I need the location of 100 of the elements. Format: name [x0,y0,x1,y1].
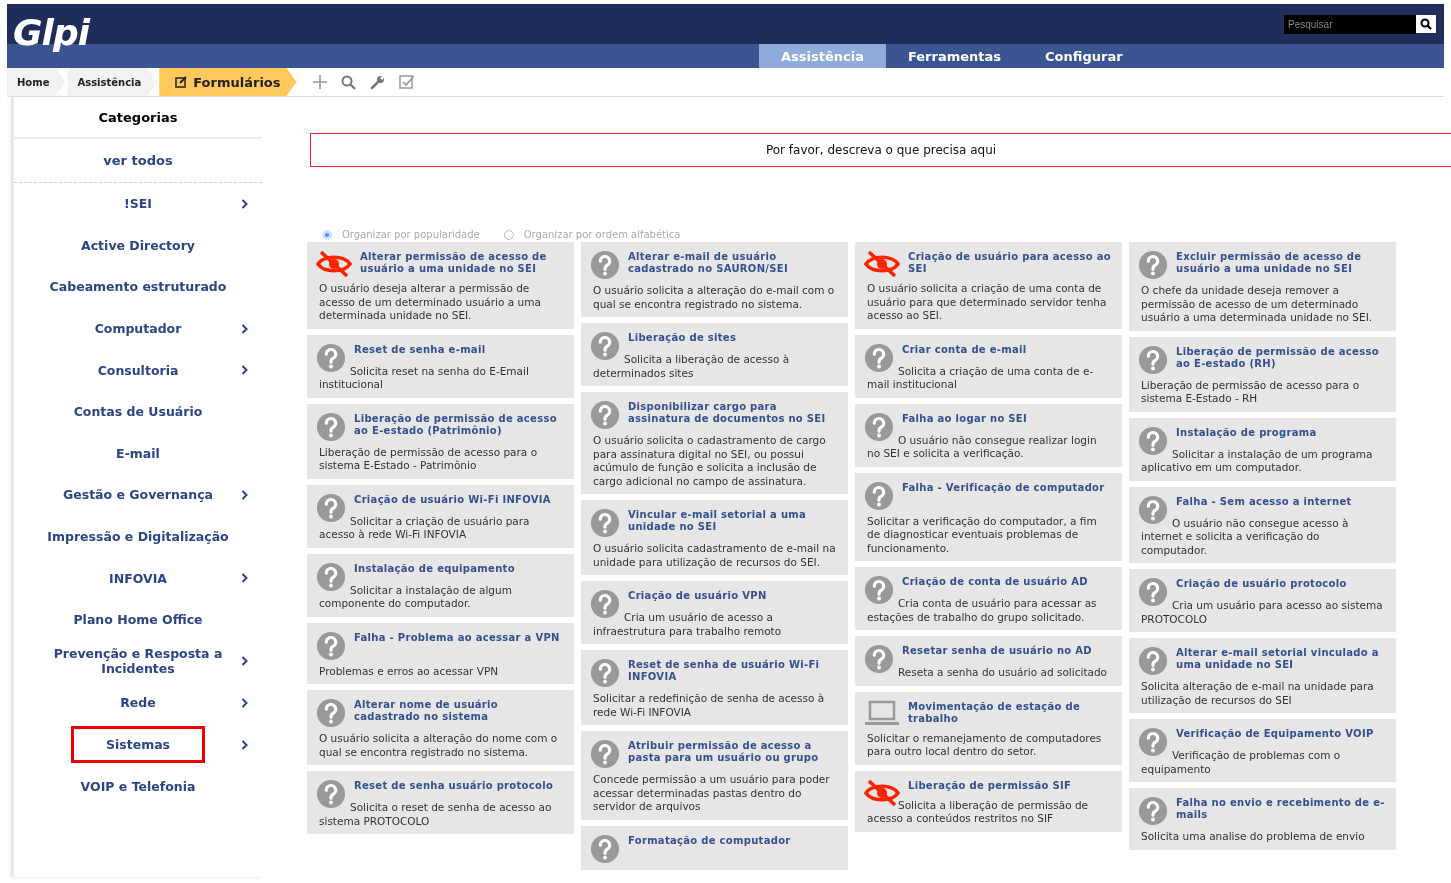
form-card[interactable]: Movimentação de estação de trabalho Solicitar o remanejamento de computadores para outro local dentro do setor. [855,691,1122,765]
card-title[interactable]: Atribuir permissão de acesso a pasta para um usuário ou grupo [628,740,838,764]
form-card[interactable]: Falha - Problema ao acessar a VPN Problemas e erros ao acessar VPN [307,622,574,684]
form-card[interactable]: Alterar nome de usuário cadastrado no sistema O usuário solicita a alteração do nome com o qual se encontra registrado no sistema. [307,690,574,765]
form-card[interactable]: Liberação de permissão de acesso ao E-estado (Patrimônio) Liberação de permissão de acesso para o sistema E-Estado - Patrimônio [307,403,574,479]
card-title[interactable]: Liberação de permissão SIF [908,779,1072,792]
laptop-icon [864,699,900,728]
search-field[interactable]: Pesquisar [1284,14,1416,34]
card-title[interactable]: Criação de usuário Wi-Fi INFOVIA [354,493,551,506]
form-card[interactable]: Reset de senha usuário protocolo Solicita o reset de senha de acesso ao sistema PROTOCOLO [307,771,574,834]
form-card[interactable]: Falha ao logar no SEI O usuário não consegue realizar login no SEI e solicita a verificação. [855,403,1122,467]
card-description: Solicita o reset de senha de acesso ao sistema PROTOCOLO [319,801,553,828]
form-card[interactable]: Alterar e-mail setorial vinculado a uma unidade no SEI Solicita alteração de e-mail na unidade para utilização de recursos do SEI [1129,638,1396,713]
card-title[interactable]: Reset de senha usuário protocolo [354,780,554,792]
card-description: O usuário solicita cadastramento de e-mail na unidade para utilização de recursos do SEI. [593,542,837,569]
breadcrumb-link[interactable]: Home [7,68,66,96]
radio-button[interactable] [322,229,332,240]
card-title[interactable]: Criação de conta de usuário AD [902,576,1088,588]
card-title[interactable]: Liberação de permissão de acesso ao E-estado (RH) [1176,345,1386,370]
form-card[interactable]: Falha - Sem acesso a internet O usuário não consegue acesso à internet e solicita a verificação do computador. [1129,486,1396,563]
card-title[interactable]: Falha ao logar no SEI [902,412,1027,425]
card-title[interactable]: Verificação de Equipamento VOIP [1176,728,1374,740]
sidebar-item[interactable]: E-mail [14,445,262,461]
card-title[interactable]: Movimentação de estação de trabalho [908,700,1112,725]
question-icon [1138,577,1168,607]
search-field[interactable]: Por favor, descreva o que precisa aqui [310,133,1451,167]
card-title[interactable]: Falha no envio e recebimento de e-mails [1176,797,1386,821]
card-title[interactable]: Alterar e-mail setorial vinculado a uma unidade no SEI [1176,647,1386,671]
form-card[interactable]: Criação de usuário para acesso ao SEI O usuário solicita a criação de uma conta de usuário para que determinado servidor tenha acesso ao SEI. [855,242,1122,329]
card-title[interactable]: Resetar senha de usuário no AD [902,645,1092,657]
form-card[interactable]: Instalação de programa Solicitar a instalação de um programa aplicativo em um computador. [1129,417,1396,481]
search-icon[interactable] [340,74,356,90]
sidebar-item[interactable]: Prevenção e Resposta a Incidentes [14,646,262,677]
form-card[interactable]: Reset de senha e-mail Solicita reset na senha do E-Email institucional [307,334,574,398]
sidebar-item[interactable]: Computador [14,321,262,337]
card-title[interactable]: Disponibilizar cargo para assinatura de documentos no SEI [628,401,838,425]
form-card[interactable]: Falha - Verificação de computador Solicitar a verificação do computador, a fim de diagnosticar eventuais problemas de funcionamento. [855,472,1122,561]
card-title[interactable]: Vincular e-mail setorial a uma unidade no SEI [628,509,838,533]
card-title[interactable]: Criação de usuário protocolo [1176,578,1347,590]
sidebar-item[interactable]: INFOVIA [14,570,262,586]
menu-tab[interactable]: Configurar [1023,44,1145,68]
menu-tab[interactable]: Ferramentas [885,44,1024,68]
card-title[interactable]: Excluir permissão de acesso de usuário a uma unidade no SEI [1176,251,1386,275]
question-icon [590,589,620,619]
card-title[interactable]: Reset de senha de usuário Wi-Fi INFOVIA [628,659,838,683]
card-title[interactable]: Formatação de computador [628,834,791,847]
form-card[interactable]: Excluir permissão de acesso de usuário a uma unidade no SEI O chefe da unidade deseja remover a permissão de acesso de um determinado usuário a uma determinada unidade no SEI. [1129,242,1396,331]
question-icon [864,575,894,605]
breadcrumb-link[interactable]: Formulários [159,68,297,96]
card-title[interactable]: Instalação de programa [1176,426,1317,439]
form-card[interactable]: Vincular e-mail setorial a uma unidade no SEI O usuário solicita cadastramento de e-mail na unidade para utilização de recursos do SEI. [581,500,848,575]
card-title[interactable]: Instalação de equipamento [354,562,515,575]
form-card[interactable]: Resetar senha de usuário no AD Reseta a senha do usuário ad solicitado [855,636,1122,686]
search-button[interactable] [1416,15,1436,33]
sidebar-item[interactable]: Sistemas [71,726,205,763]
form-card[interactable]: Verificação de Equipamento VOIP Verificação de problemas com o equipamento [1129,719,1396,782]
form-card[interactable]: Falha no envio e recebimento de e-mails Solicita uma analise do problema de envio [1129,788,1396,850]
form-card[interactable]: Formatação de computador [581,825,848,870]
checkbox-icon[interactable] [398,74,415,90]
form-card[interactable]: Instalação de equipamento Solicitar a instalação de algum componente do computador. [307,553,574,617]
form-card[interactable]: Alterar e-mail de usuário cadastrado no SAURON/SEI O usuário solicita a alteração do e-mail com o qual se encontra registrado no sistema. [581,242,848,317]
form-card[interactable]: Criar conta de e-mail Solicita a criação de uma conta de e-mail institucional [855,334,1122,398]
card-title[interactable]: Criação de usuário VPN [628,590,767,602]
sidebar-item[interactable]: Consultoria [14,362,262,378]
card-title[interactable]: Alterar e-mail de usuário cadastrado no SAURON/SEI [628,251,838,275]
sidebar-item[interactable]: ver todos [14,139,262,183]
form-card[interactable]: Criação de usuário protocolo Cria um usuário para acesso ao sistema PROTOCOLO [1129,569,1396,632]
app-logo[interactable]: Glpi [13,12,89,53]
sidebar-item[interactable]: !SEI [14,196,262,212]
sidebar-item[interactable]: Impressão e Digitalização [14,529,262,545]
card-title[interactable]: Reset de senha e-mail [354,343,486,356]
card-title[interactable]: Liberação de sites [628,332,737,344]
card-title[interactable]: Falha - Verificação de computador [902,481,1105,494]
form-card[interactable]: Atribuir permissão de acesso a pasta para um usuário ou grupo Concede permissão a um usuário para poder acessar determinadas pastas dentro do servidor de arquivos [581,731,848,820]
form-card[interactable]: Criação de conta de usuário AD Cria conta de usuário para acessar as estações de trabalho do grupo solicitado. [855,567,1122,630]
sidebar-item[interactable]: Contas de Usuário [14,404,262,420]
form-card[interactable]: Reset de senha de usuário Wi-Fi INFOVIA Solicitar a redefinição de senha de acesso à rede Wi-Fi INFOVIA [581,650,848,725]
form-card[interactable]: Liberação de sites Solicita a liberação de acesso à determinados sites [581,323,848,386]
form-card[interactable]: Liberação de permissão de acesso ao E-estado (RH) Liberação de permissão de acesso para o sistema E-Estado - RH [1129,336,1396,412]
form-card[interactable] [581,392,848,494]
sidebar-item[interactable]: Cabeamento estruturado [14,279,262,295]
form-card[interactable]: Liberação de permissão SIF Solicita a liberação de permissão de acesso a conteúdos restritos no SIF [855,770,1122,832]
card-title[interactable]: Liberação de permissão de acesso ao E-estado (Patrimônio) [354,412,564,437]
card-title[interactable]: Criar conta de e-mail [902,343,1027,356]
wrench-icon[interactable] [369,74,385,90]
card-title[interactable]: Falha - Sem acesso a internet [1176,495,1352,508]
form-card[interactable]: Criação de usuário VPN Cria um usuário de acesso a infraestrutura para trabalho remoto [581,581,848,644]
card-description: Solicita alteração de e-mail na unidade para utilização de recursos do SEI [1141,680,1375,707]
breadcrumb-link[interactable]: Assistência [67,68,158,96]
card-title[interactable]: Falha - Problema ao acessar a VPN [354,631,560,644]
sidebar-item[interactable]: Gestão e Governança [14,487,262,503]
card-title[interactable]: Alterar nome de usuário cadastrado no sistema [354,699,564,723]
form-card[interactable]: Criação de usuário Wi-Fi INFOVIA Solicitar a criação de usuário para acesso à rede Wi-Fi INFOVIA [307,484,574,548]
sidebar-item[interactable]: Active Directory [14,237,262,253]
card-title[interactable]: Criação de usuário para acesso ao SEI [908,251,1112,275]
form-card[interactable]: Alterar permissão de acesso de usuário a uma unidade no SEI O usuário deseja alterar a permissão de acesso de um determinado usuário a uma determinada unidade no SEI. [307,242,574,329]
sidebar-item[interactable]: Rede [14,695,262,711]
sidebar-item[interactable]: Plano Home Office [14,612,262,628]
sidebar-item[interactable]: VOIP e Telefonia [14,778,262,794]
card-title[interactable]: Alterar permissão de acesso de usuário a uma unidade no SEI [360,251,564,275]
